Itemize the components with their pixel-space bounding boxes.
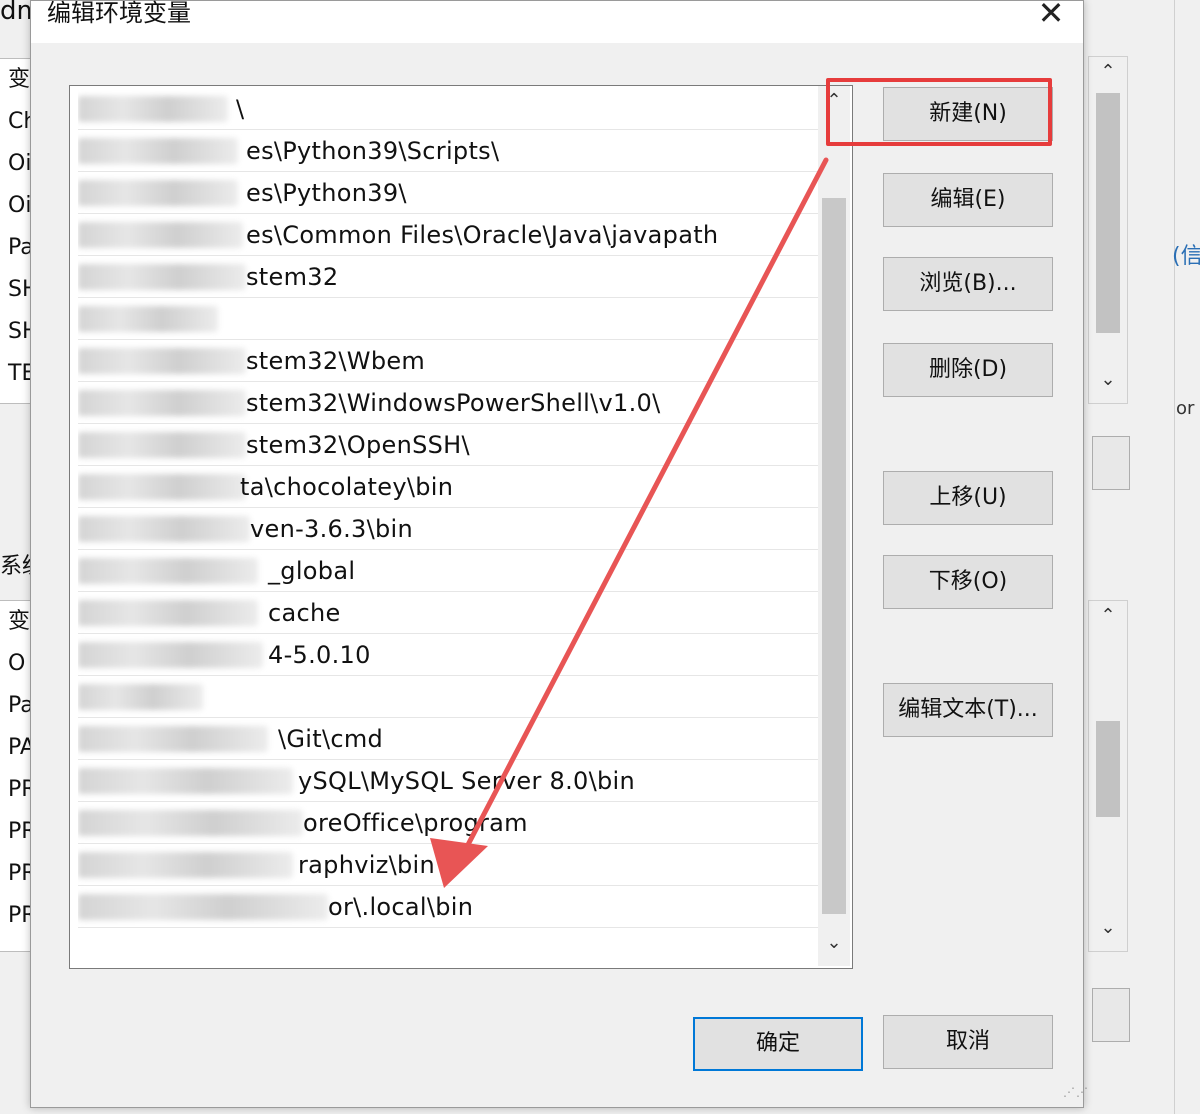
annotation-arrow: [430, 157, 829, 888]
